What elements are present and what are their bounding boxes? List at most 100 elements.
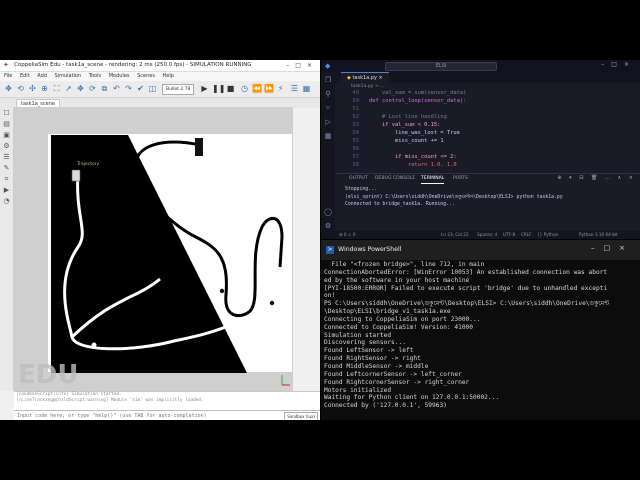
start-marker [195, 138, 203, 156]
save-scene-icon[interactable]: ▣ [2, 131, 11, 139]
scene-view[interactable]: Trajectory EDU [14, 107, 293, 391]
tab-label: task1a.py [352, 75, 377, 81]
code-line: if val_sum < 0.15: [369, 122, 441, 128]
menu-edit[interactable]: Edit [20, 73, 30, 79]
ps-line: on! [324, 292, 336, 300]
model-browser-icon[interactable]: ▦ [302, 84, 311, 93]
tab-output[interactable]: OUTPUT [349, 174, 368, 183]
undo-icon[interactable]: ↶ [112, 84, 121, 93]
line-number: 54 [352, 130, 360, 136]
tab-terminal[interactable]: TERMINAL [421, 174, 445, 184]
lua-command-input[interactable] [15, 412, 277, 420]
line-number: 55 [352, 138, 360, 144]
ps-line: Simulation started [324, 331, 392, 339]
menu-scenes[interactable]: Scenes [137, 73, 155, 79]
code-editor[interactable]: 49 50 51 52 53 54 55 56 57 58 val_sum = … [335, 90, 640, 172]
faster-icon[interactable]: ⏩ [264, 84, 274, 93]
object-rotate-icon[interactable]: ⟳ [88, 84, 97, 93]
stop-icon[interactable]: ■ [226, 84, 235, 93]
physics-engine-select[interactable]: Bullet 2.78 [162, 84, 195, 95]
camera-zoom-icon[interactable]: ⊕ [40, 84, 49, 93]
calc-icon[interactable]: ⌗ [2, 175, 11, 183]
menu-file[interactable]: File [4, 73, 12, 79]
language-mode[interactable]: {} Python [537, 231, 558, 239]
code-line: def control_loop(sensor_data): [369, 98, 467, 104]
pause-icon[interactable]: ❚❚ [212, 84, 225, 93]
settings-icon[interactable]: ⚙ [2, 142, 11, 150]
menu-tools[interactable]: Tools [89, 73, 101, 79]
terminal-actions-icon[interactable]: ⊕ ▾ ⊟ 🗑 … ∧ × [557, 174, 636, 183]
line-follower-robot[interactable] [71, 169, 81, 182]
status-console: [sandboxScript:info] Simulation started.… [14, 391, 320, 410]
script-icon[interactable]: ✎ [2, 164, 11, 172]
vscode-logo-icon: ◆ [325, 62, 331, 70]
menu-simulation[interactable]: Simulation [55, 73, 82, 79]
sandbox-select[interactable]: Sandbox (lua) [284, 412, 318, 420]
run-debug-icon[interactable]: ▷ [324, 118, 332, 126]
code-line: if miss_count <= 2: [369, 154, 457, 160]
window-controls[interactable]: –□× [591, 244, 634, 252]
realtime-icon[interactable]: ◷ [240, 84, 249, 93]
list-icon[interactable]: ☰ [2, 153, 11, 161]
powershell-title: Windows PowerShell [338, 246, 402, 253]
line-ending[interactable]: CRLF [521, 231, 532, 239]
ps-line: Found RightcornerSensor -> right_corner [324, 378, 470, 386]
python-interpreter[interactable]: Python 3.10 64-bit [579, 231, 618, 239]
object-move-icon[interactable]: ✥ [76, 84, 85, 93]
powershell-output[interactable]: File "<frozen bridge>", line 712, in mai… [324, 261, 638, 419]
extensions-icon[interactable]: ▦ [324, 132, 332, 140]
new-scene-icon[interactable]: ☐ [2, 109, 11, 117]
indentation[interactable]: Spaces: 4 [477, 231, 497, 239]
assembly-icon[interactable]: ⧉ [100, 84, 109, 93]
scene-hierarchy-icon[interactable]: ☰ [290, 84, 299, 93]
menu-add[interactable]: Add [37, 73, 47, 79]
chart-icon[interactable]: ◔ [2, 197, 11, 205]
camera-pan-icon[interactable]: ✥ [4, 84, 13, 93]
window-controls[interactable]: –□× [286, 60, 318, 71]
search-icon[interactable]: ⚲ [324, 90, 332, 98]
ps-line: Connected to CoppeliaSim! Version: 41000 [324, 323, 474, 331]
check-icon[interactable]: ✔ [136, 84, 145, 93]
problems-count[interactable]: ⊗ 0 ⚠ 0 [339, 231, 356, 239]
tab-ports[interactable]: PORTS [453, 174, 468, 183]
fit-view-icon[interactable]: ⛶ [52, 84, 61, 93]
vscode-terminal[interactable]: Stopping... (elsi_sprint) C:\Users\siddh\… [345, 186, 640, 231]
video-icon[interactable]: ▶ [2, 186, 11, 194]
explorer-icon[interactable]: ❐ [324, 76, 332, 84]
open-scene-icon[interactable]: ▤ [2, 120, 11, 128]
camera-rotate-icon[interactable]: ⟲ [16, 84, 25, 93]
line-number: 53 [352, 122, 360, 128]
layers-icon[interactable]: ◫ [148, 84, 157, 93]
line-number: 57 [352, 154, 360, 160]
encoding[interactable]: UTF-8 [503, 231, 515, 239]
select-icon[interactable]: ➚ [64, 84, 73, 93]
menu-help[interactable]: Help [163, 73, 174, 79]
code-line: return 1.0, 1.0 [369, 162, 457, 168]
tab-debug-console[interactable]: DEBUG CONSOLE [375, 174, 415, 183]
camera-shift-icon[interactable]: ✣ [28, 84, 37, 93]
gear-icon[interactable]: ⚙ [324, 222, 332, 230]
command-bar: Sandbox (lua) [14, 410, 320, 420]
menu-modules[interactable]: Modules [109, 73, 130, 79]
source-control-icon[interactable]: ⑂ [324, 104, 332, 112]
coppeliasim-logo-icon: ✦ [3, 61, 9, 69]
account-icon[interactable]: ◯ [324, 208, 332, 216]
command-center-search[interactable]: ELSI [385, 62, 497, 71]
cursor-position[interactable]: Ln 23, Col 22 [441, 231, 469, 239]
play-icon[interactable]: ▶ [200, 84, 209, 93]
window-controls[interactable]: –□× [601, 61, 636, 68]
checkpoint-marker [91, 342, 97, 348]
panel-tabs: OUTPUT DEBUG CONSOLE TERMINAL PORTS ⊕ ▾ … [335, 173, 640, 184]
ps-line: Found LeftcornerSensor -> left_corner [324, 370, 462, 378]
edu-watermark: EDU [18, 360, 78, 390]
threaded-render-icon[interactable]: ⚡ [276, 84, 285, 93]
ps-line: ConnectionAbortedError: [WinError 10053]… [324, 268, 608, 276]
ps-line: \Desktop\ELSI\bridge_v1_task1a.exe [324, 308, 451, 316]
slower-icon[interactable]: ⏪ [252, 84, 262, 93]
code-line: # Lost line handling [369, 114, 447, 120]
ps-line: Connecting to CoppeliaSim on port 23000.… [324, 315, 481, 323]
terminal-line: (elsi_sprint) C:\Users\siddh\OneDrive\ডক… [345, 194, 563, 200]
redo-icon[interactable]: ↷ [124, 84, 133, 93]
breadcrumb[interactable]: task1a.py > ... [351, 83, 385, 90]
scene-viewport[interactable]: Trajectory EDU [14, 107, 293, 391]
